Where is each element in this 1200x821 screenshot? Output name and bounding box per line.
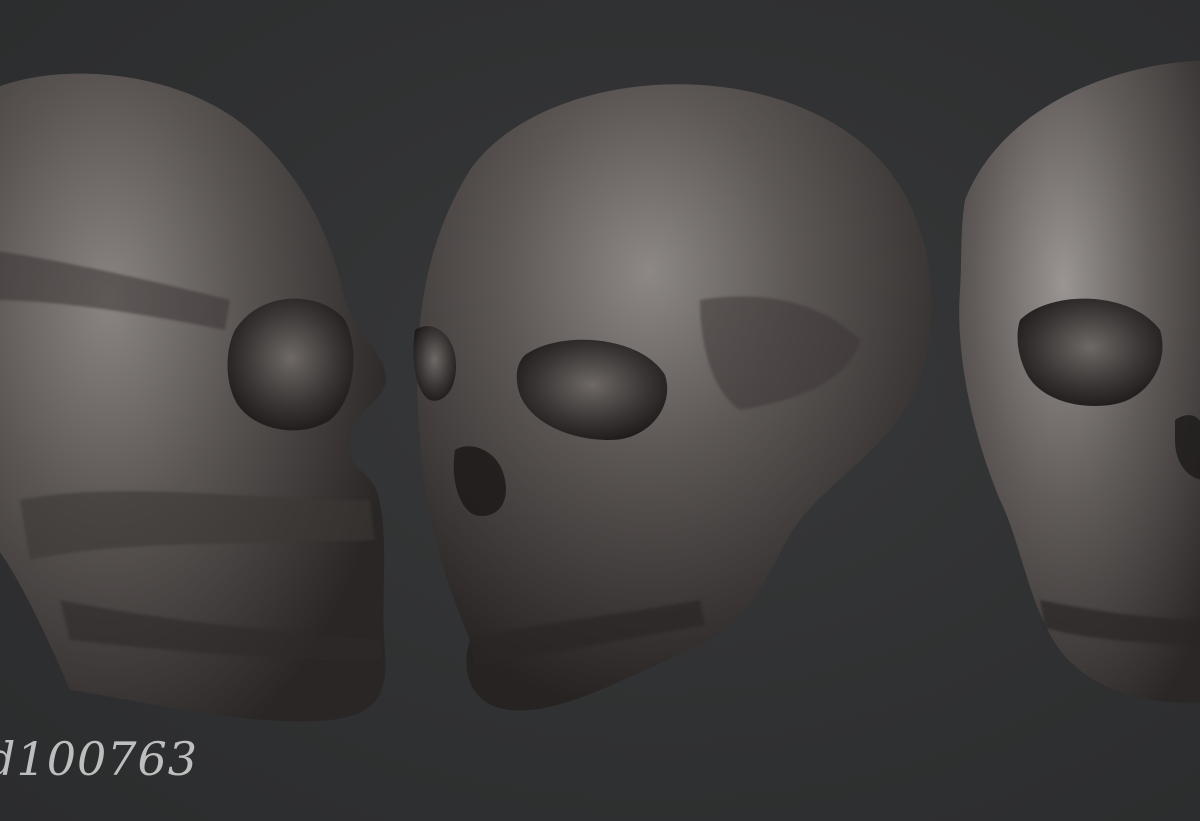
skull-side-view [0,73,386,722]
skull-renders [0,60,1200,722]
skull-front-view [959,60,1200,703]
eye-socket [227,298,354,431]
artist-signature: d100763 [0,732,199,786]
skull-three-quarter-view [413,84,932,711]
render-viewport: d100763 [0,0,1200,821]
